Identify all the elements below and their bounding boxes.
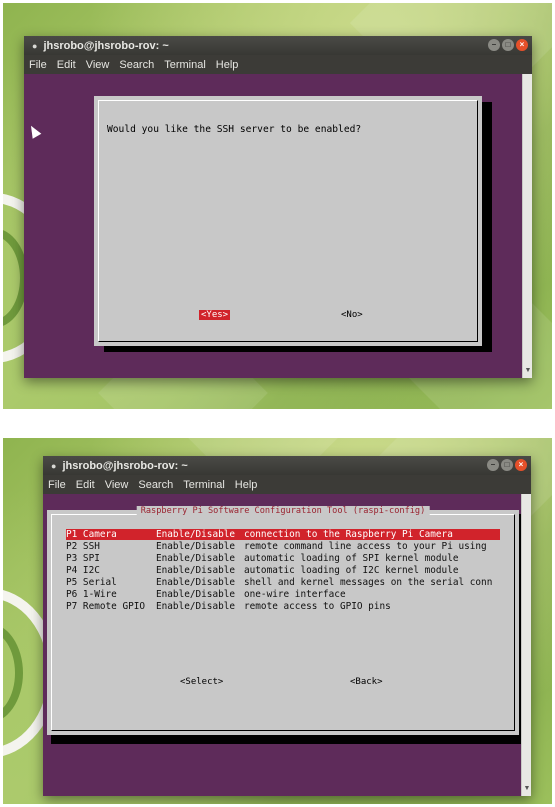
- dialog-frame: Raspberry Pi Software Configuration Tool…: [51, 506, 515, 731]
- minimize-icon[interactable]: –: [487, 459, 499, 471]
- menu-file[interactable]: File: [47, 479, 67, 491]
- close-icon[interactable]: ×: [516, 39, 528, 51]
- photo-ssh-dialog: ● jhsrobo@jhsrobo-rov: ~ – □ × File Edit…: [3, 3, 552, 409]
- menu-edit[interactable]: Edit: [75, 479, 96, 491]
- window-controls: – □ ×: [487, 459, 527, 471]
- terminal-window[interactable]: ● jhsrobo@jhsrobo-rov: ~ – □ × File Edit…: [24, 36, 532, 378]
- menu-search[interactable]: Search: [137, 479, 174, 491]
- back-button[interactable]: <Back>: [348, 677, 385, 687]
- menu-terminal[interactable]: Terminal: [163, 59, 207, 71]
- terminal-icon: ●: [51, 460, 57, 471]
- window-title: jhsrobo@jhsrobo-rov: ~: [62, 459, 188, 472]
- close-icon[interactable]: ×: [515, 459, 527, 471]
- ssh-dialog: Would you like the SSH server to be enab…: [94, 96, 482, 346]
- window-titlebar[interactable]: ● jhsrobo@jhsrobo-rov: ~ – □ ×: [24, 36, 532, 55]
- menu-search[interactable]: Search: [118, 59, 155, 71]
- tool-title: Raspberry Pi Software Configuration Tool…: [136, 506, 430, 516]
- menu-bar: File Edit View Search Terminal Help: [24, 55, 532, 74]
- dialog-frame: Would you like the SSH server to be enab…: [98, 100, 478, 342]
- menu-file[interactable]: File: [28, 59, 48, 71]
- menu-item-i2c[interactable]: P4 I2C Enable/Disable automatic loading of…: [66, 565, 500, 576]
- terminal-scrollbar[interactable]: ▼: [521, 494, 531, 796]
- scroll-down-icon[interactable]: ▼: [523, 784, 531, 794]
- terminal-scrollbar[interactable]: ▼: [522, 74, 532, 378]
- menu-item-1-wire[interactable]: P6 1-Wire Enable/Disable one-wire interfac…: [66, 589, 500, 600]
- raspi-config-dialog: Raspberry Pi Software Configuration Tool…: [47, 506, 519, 735]
- menu-bar: File Edit View Search Terminal Help: [43, 475, 531, 494]
- scroll-down-icon[interactable]: ▼: [524, 366, 532, 376]
- select-button[interactable]: <Select>: [178, 677, 225, 687]
- menu-item-camera[interactable]: P1 Camera Enable/Disable connection to the…: [66, 529, 500, 540]
- menu-item-remote-gpio[interactable]: P7 Remote GPIO Enable/Disable remote acces…: [66, 601, 500, 612]
- terminal-area[interactable]: Would you like the SSH server to be enab…: [24, 74, 532, 378]
- dialog-question: Would you like the SSH server to be enab…: [107, 124, 362, 135]
- no-button[interactable]: <No>: [339, 310, 365, 320]
- terminal-window[interactable]: ● jhsrobo@jhsrobo-rov: ~ – □ × File Edit…: [43, 456, 531, 796]
- maximize-icon[interactable]: □: [501, 459, 513, 471]
- menu-item-serial[interactable]: P5 Serial Enable/Disable shell and kernel …: [66, 577, 500, 588]
- menu-help[interactable]: Help: [215, 59, 240, 71]
- yes-button[interactable]: <Yes>: [199, 310, 231, 320]
- maximize-icon[interactable]: □: [502, 39, 514, 51]
- menu-view[interactable]: View: [104, 479, 130, 491]
- menu-terminal[interactable]: Terminal: [182, 479, 226, 491]
- menu-edit[interactable]: Edit: [56, 59, 77, 71]
- window-controls: – □ ×: [488, 39, 528, 51]
- terminal-area[interactable]: Raspberry Pi Software Configuration Tool…: [43, 494, 531, 796]
- menu-help[interactable]: Help: [234, 479, 259, 491]
- window-title: jhsrobo@jhsrobo-rov: ~: [43, 39, 169, 52]
- minimize-icon[interactable]: –: [488, 39, 500, 51]
- photo-raspi-config: ● jhsrobo@jhsrobo-rov: ~ – □ × File Edit…: [3, 438, 552, 804]
- window-titlebar[interactable]: ● jhsrobo@jhsrobo-rov: ~ – □ ×: [43, 456, 531, 475]
- menu-item-ssh[interactable]: P2 SSH Enable/Disable remote command line …: [66, 541, 500, 552]
- terminal-icon: ●: [32, 40, 38, 51]
- menu-view[interactable]: View: [85, 59, 111, 71]
- menu-item-spi[interactable]: P3 SPI Enable/Disable automatic loading of…: [66, 553, 500, 564]
